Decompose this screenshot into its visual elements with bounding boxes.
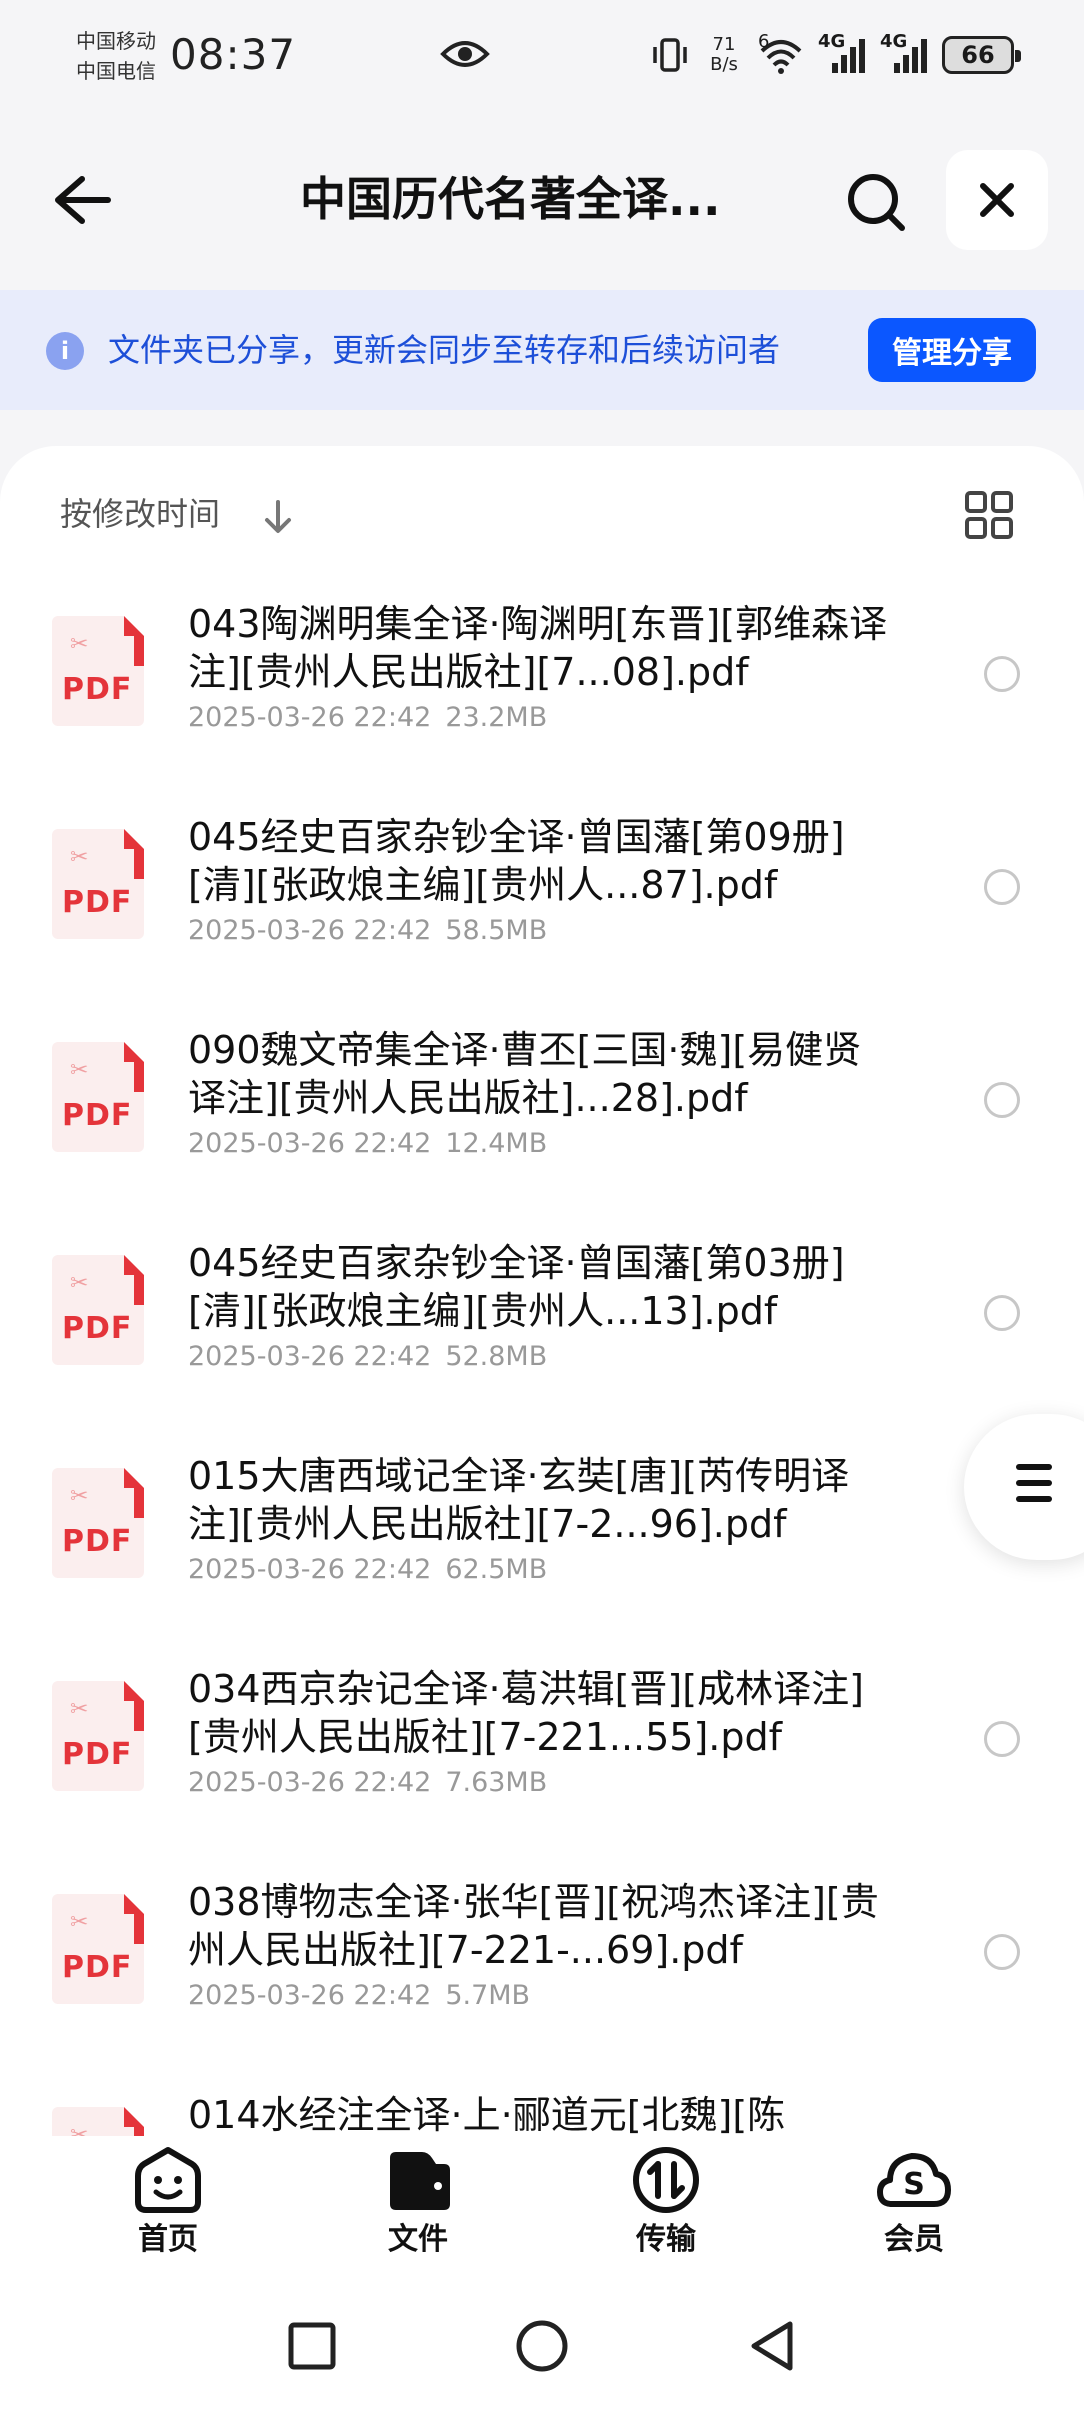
file-size: 52.8MB	[445, 1341, 548, 1372]
file-meta: 2025-03-26 22:42 12.4MB	[188, 1126, 561, 1162]
tab-vip[interactable]: S 会员	[844, 2144, 984, 2274]
tab-transfer[interactable]: 传输	[596, 2144, 736, 2274]
carrier-1: 中国移动	[76, 29, 156, 53]
tab-files[interactable]: 文件	[348, 2144, 488, 2274]
file-size: 5.7MB	[445, 1980, 531, 2011]
file-name: 034西京杂记全译·葛洪辑[晋][成林译注][贵州人民出版社][7-221...…	[188, 1667, 864, 1759]
file-list-item[interactable]: ✂ PDF 015大唐西域记全译·玄奘[唐][芮传明译注][贵州人民出版社][7…	[0, 1438, 1084, 1651]
file-name: 090魏文帝集全译·曹丕[三国·魏][易健贤译注][贵州人民出版社]...28]…	[188, 1028, 862, 1120]
file-name: 045经史百家杂钞全译·曾国藩[第03册][清][张政烺主编][贵州人...13…	[188, 1241, 845, 1333]
file-date: 2025-03-26 22:42	[188, 1341, 432, 1372]
svg-text:S: S	[903, 2167, 925, 2202]
sort-by-modified-button[interactable]: 按修改时间	[60, 490, 220, 538]
file-list-item[interactable]: ✂ PDF 045经史百家杂钞全译·曾国藩[第09册][清][张政烺主编][贵州…	[0, 799, 1084, 1012]
file-name: 014水经注全译·上·郦道元[北魏][陈	[188, 2093, 786, 2136]
file-date: 2025-03-26 22:42	[188, 915, 432, 946]
file-name: 015大唐西域记全译·玄奘[唐][芮传明译注][贵州人民出版社][7-2...9…	[188, 1454, 850, 1546]
file-meta: 2025-03-26 22:42 58.5MB	[188, 913, 561, 949]
file-list-item[interactable]: ✂ PDF 043陶渊明集全译·陶渊明[东晋][郭维森译注][贵州人民出版社][…	[0, 586, 1084, 799]
file-name: 045经史百家杂钞全译·曾国藩[第09册][清][张政烺主编][贵州人...87…	[188, 815, 845, 907]
grid-view-icon[interactable]	[964, 490, 1014, 540]
sort-down-arrow-icon[interactable]	[262, 498, 294, 536]
pdf-file-icon: ✂ PDF	[52, 1468, 144, 1578]
select-radio[interactable]	[984, 1721, 1020, 1757]
vibrate-icon	[653, 38, 687, 72]
file-date: 2025-03-26 22:42	[188, 1980, 432, 2011]
page-title: 中国历代名著全译...	[300, 172, 721, 226]
select-radio[interactable]	[984, 1295, 1020, 1331]
pdf-file-icon: ✂ PDF	[52, 1894, 144, 2004]
pdf-file-icon: ✂ PDF	[52, 829, 144, 939]
manage-share-button[interactable]: 管理分享	[868, 318, 1036, 382]
share-banner-text: 文件夹已分享，更新会同步至转存和后续访问者	[108, 331, 781, 369]
file-size: 12.4MB	[445, 1128, 548, 1159]
back-button[interactable]	[44, 162, 120, 238]
file-date: 2025-03-26 22:42	[188, 1767, 432, 1798]
select-radio[interactable]	[984, 1082, 1020, 1118]
wifi-indicator: 6	[758, 31, 804, 75]
pdf-file-icon: ✂ PDF	[52, 616, 144, 726]
file-date: 2025-03-26 22:42	[188, 1554, 432, 1585]
signal-1: 4G	[818, 31, 866, 75]
file-list-item[interactable]: ✂ PDF 045经史百家杂钞全译·曾国藩[第03册][清][张政烺主编][贵州…	[0, 1225, 1084, 1438]
battery-indicator: 66	[942, 36, 1021, 74]
file-date: 2025-03-26 22:42	[188, 702, 432, 733]
network-speed: 71 B/s	[710, 34, 738, 75]
close-button[interactable]	[946, 150, 1048, 250]
carrier-2: 中国电信	[76, 59, 156, 83]
eye-icon	[440, 41, 490, 67]
file-panel: 按修改时间 ✂ PDF 043陶渊明集全译·陶渊明[东晋][郭维森译注][贵州人…	[0, 446, 1084, 2136]
status-icons: 71 B/s 6 4G 4G 66	[650, 30, 1021, 80]
menu-lines-icon	[1016, 1464, 1052, 1512]
recents-square-icon[interactable]	[282, 2316, 342, 2376]
file-name: 043陶渊明集全译·陶渊明[东晋][郭维森译注][贵州人民出版社][7...08…	[188, 602, 888, 694]
transfer-icon	[633, 2147, 699, 2213]
pdf-file-icon: ✂ PDF	[52, 1255, 144, 1365]
select-radio[interactable]	[984, 1934, 1020, 1970]
pdf-file-icon: ✂ PDF	[52, 1042, 144, 1152]
pdf-file-icon: ✂ PDF	[52, 1681, 144, 1791]
carrier-names: 中国移动 中国电信	[76, 26, 156, 86]
bottom-tab-bar: 首页 文件 传输 S 会员	[0, 2136, 1084, 2286]
info-icon: i	[46, 332, 84, 370]
file-size: 58.5MB	[445, 915, 548, 946]
file-date: 2025-03-26 22:42	[188, 1128, 432, 1159]
file-size: 62.5MB	[445, 1554, 548, 1585]
home-face-icon	[135, 2147, 201, 2213]
file-list-item[interactable]: ✂ PDF 038博物志全译·张华[晋][祝鸿杰译注][贵州人民出版社][7-2…	[0, 1864, 1084, 2077]
select-radio[interactable]	[984, 656, 1020, 692]
back-triangle-icon[interactable]	[742, 2316, 802, 2376]
status-bar: 中国移动 中国电信 08:37 71 B/s 6 4G 4G 66	[0, 0, 1084, 112]
pdf-file-icon: ✂ PDF	[52, 2107, 144, 2136]
file-size: 23.2MB	[445, 702, 548, 733]
home-circle-icon[interactable]	[512, 2316, 572, 2376]
app-root: 中国移动 中国电信 08:37 71 B/s 6 4G 4G 66 中国历代名著…	[0, 0, 1084, 2412]
folder-icon	[390, 2152, 450, 2210]
back-arrow-icon	[55, 176, 111, 224]
header: 中国历代名著全译...	[0, 140, 1084, 260]
clock: 08:37	[170, 30, 297, 79]
file-list: ✂ PDF 043陶渊明集全译·陶渊明[东晋][郭维森译注][贵州人民出版社][…	[0, 586, 1084, 2136]
file-size: 7.63MB	[445, 1767, 548, 1798]
share-banner: i 文件夹已分享，更新会同步至转存和后续访问者 管理分享	[0, 290, 1084, 410]
system-nav-bar	[0, 2286, 1084, 2412]
sort-row: 按修改时间	[0, 446, 1084, 586]
file-meta: 2025-03-26 22:42 5.7MB	[188, 1978, 544, 2014]
file-list-item[interactable]: ✂ PDF 090魏文帝集全译·曹丕[三国·魏][易健贤译注][贵州人民出版社]…	[0, 1012, 1084, 1225]
select-radio[interactable]	[984, 869, 1020, 905]
search-icon	[848, 174, 905, 231]
vip-cloud-icon: S	[877, 2153, 951, 2207]
file-meta: 2025-03-26 22:42 52.8MB	[188, 1339, 561, 1375]
file-meta: 2025-03-26 22:42 23.2MB	[188, 700, 561, 736]
search-button[interactable]	[836, 162, 916, 242]
file-meta: 2025-03-26 22:42 62.5MB	[188, 1552, 561, 1588]
file-name: 038博物志全译·张华[晋][祝鸿杰译注][贵州人民出版社][7-221-...…	[188, 1880, 879, 1972]
file-list-item[interactable]: ✂ PDF 034西京杂记全译·葛洪辑[晋][成林译注][贵州人民出版社][7-…	[0, 1651, 1084, 1864]
file-list-item[interactable]: ✂ PDF 014水经注全译·上·郦道元[北魏][陈	[0, 2077, 1084, 2136]
file-meta: 2025-03-26 22:42 7.63MB	[188, 1765, 561, 1801]
tab-home[interactable]: 首页	[98, 2144, 238, 2274]
close-icon	[980, 183, 1014, 217]
signal-2: 4G	[880, 31, 928, 75]
